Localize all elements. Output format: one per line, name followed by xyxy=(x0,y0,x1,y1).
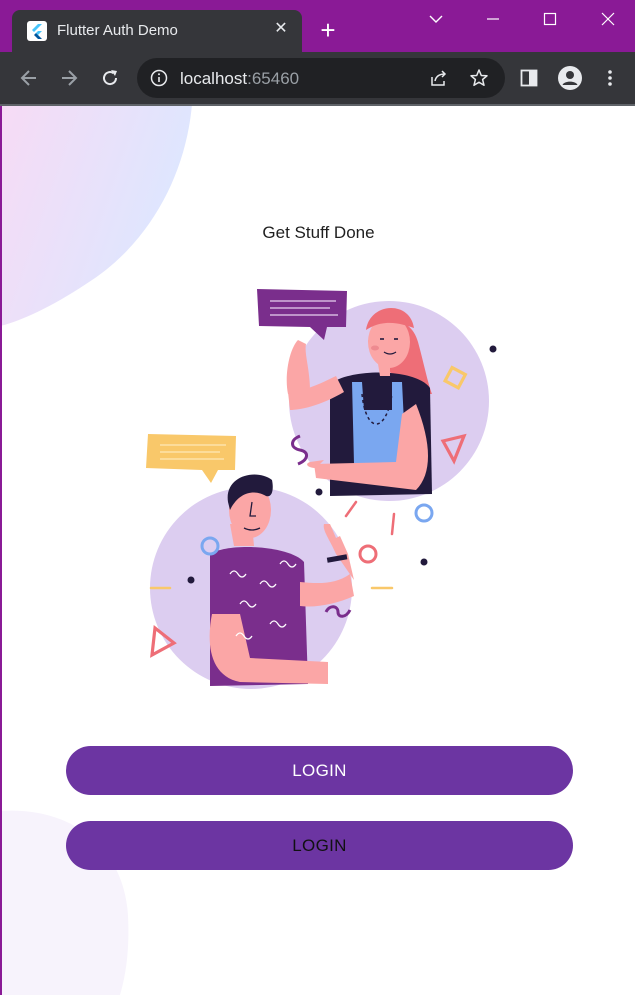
minimize-icon[interactable] xyxy=(478,6,508,32)
address-bar[interactable]: localhost:65460 xyxy=(137,58,505,98)
back-icon[interactable] xyxy=(14,63,44,93)
url-text: localhost:65460 xyxy=(180,69,300,88)
app-page: Get Stuff Done LOGIN LOGIN xyxy=(2,106,635,995)
forward-icon[interactable] xyxy=(54,63,84,93)
more-menu-icon[interactable] xyxy=(595,63,625,93)
share-icon[interactable] xyxy=(429,68,449,88)
close-window-icon[interactable] xyxy=(593,6,623,32)
maximize-icon[interactable] xyxy=(535,6,565,32)
reload-icon[interactable] xyxy=(95,63,125,93)
profile-avatar-icon[interactable] xyxy=(555,63,585,93)
title-bar: Flutter Auth Demo ✕ + xyxy=(0,0,635,52)
browser-tab[interactable]: Flutter Auth Demo ✕ xyxy=(12,10,302,52)
people-chatting-illustration xyxy=(146,289,497,689)
site-info-icon[interactable] xyxy=(150,69,168,87)
login-button-secondary[interactable]: LOGIN xyxy=(66,821,573,870)
tab-title: Flutter Auth Demo xyxy=(57,22,178,39)
new-tab-icon[interactable]: + xyxy=(316,17,340,43)
login-button-primary[interactable]: LOGIN xyxy=(66,746,573,795)
close-tab-icon[interactable]: ✕ xyxy=(272,20,290,38)
browser-toolbar: localhost:65460 xyxy=(0,52,635,104)
tab-search-icon[interactable] xyxy=(421,6,451,32)
page-heading: Get Stuff Done xyxy=(262,223,375,242)
bookmark-star-icon[interactable] xyxy=(469,68,489,88)
flutter-icon xyxy=(27,21,47,41)
side-panel-icon[interactable] xyxy=(514,63,544,93)
